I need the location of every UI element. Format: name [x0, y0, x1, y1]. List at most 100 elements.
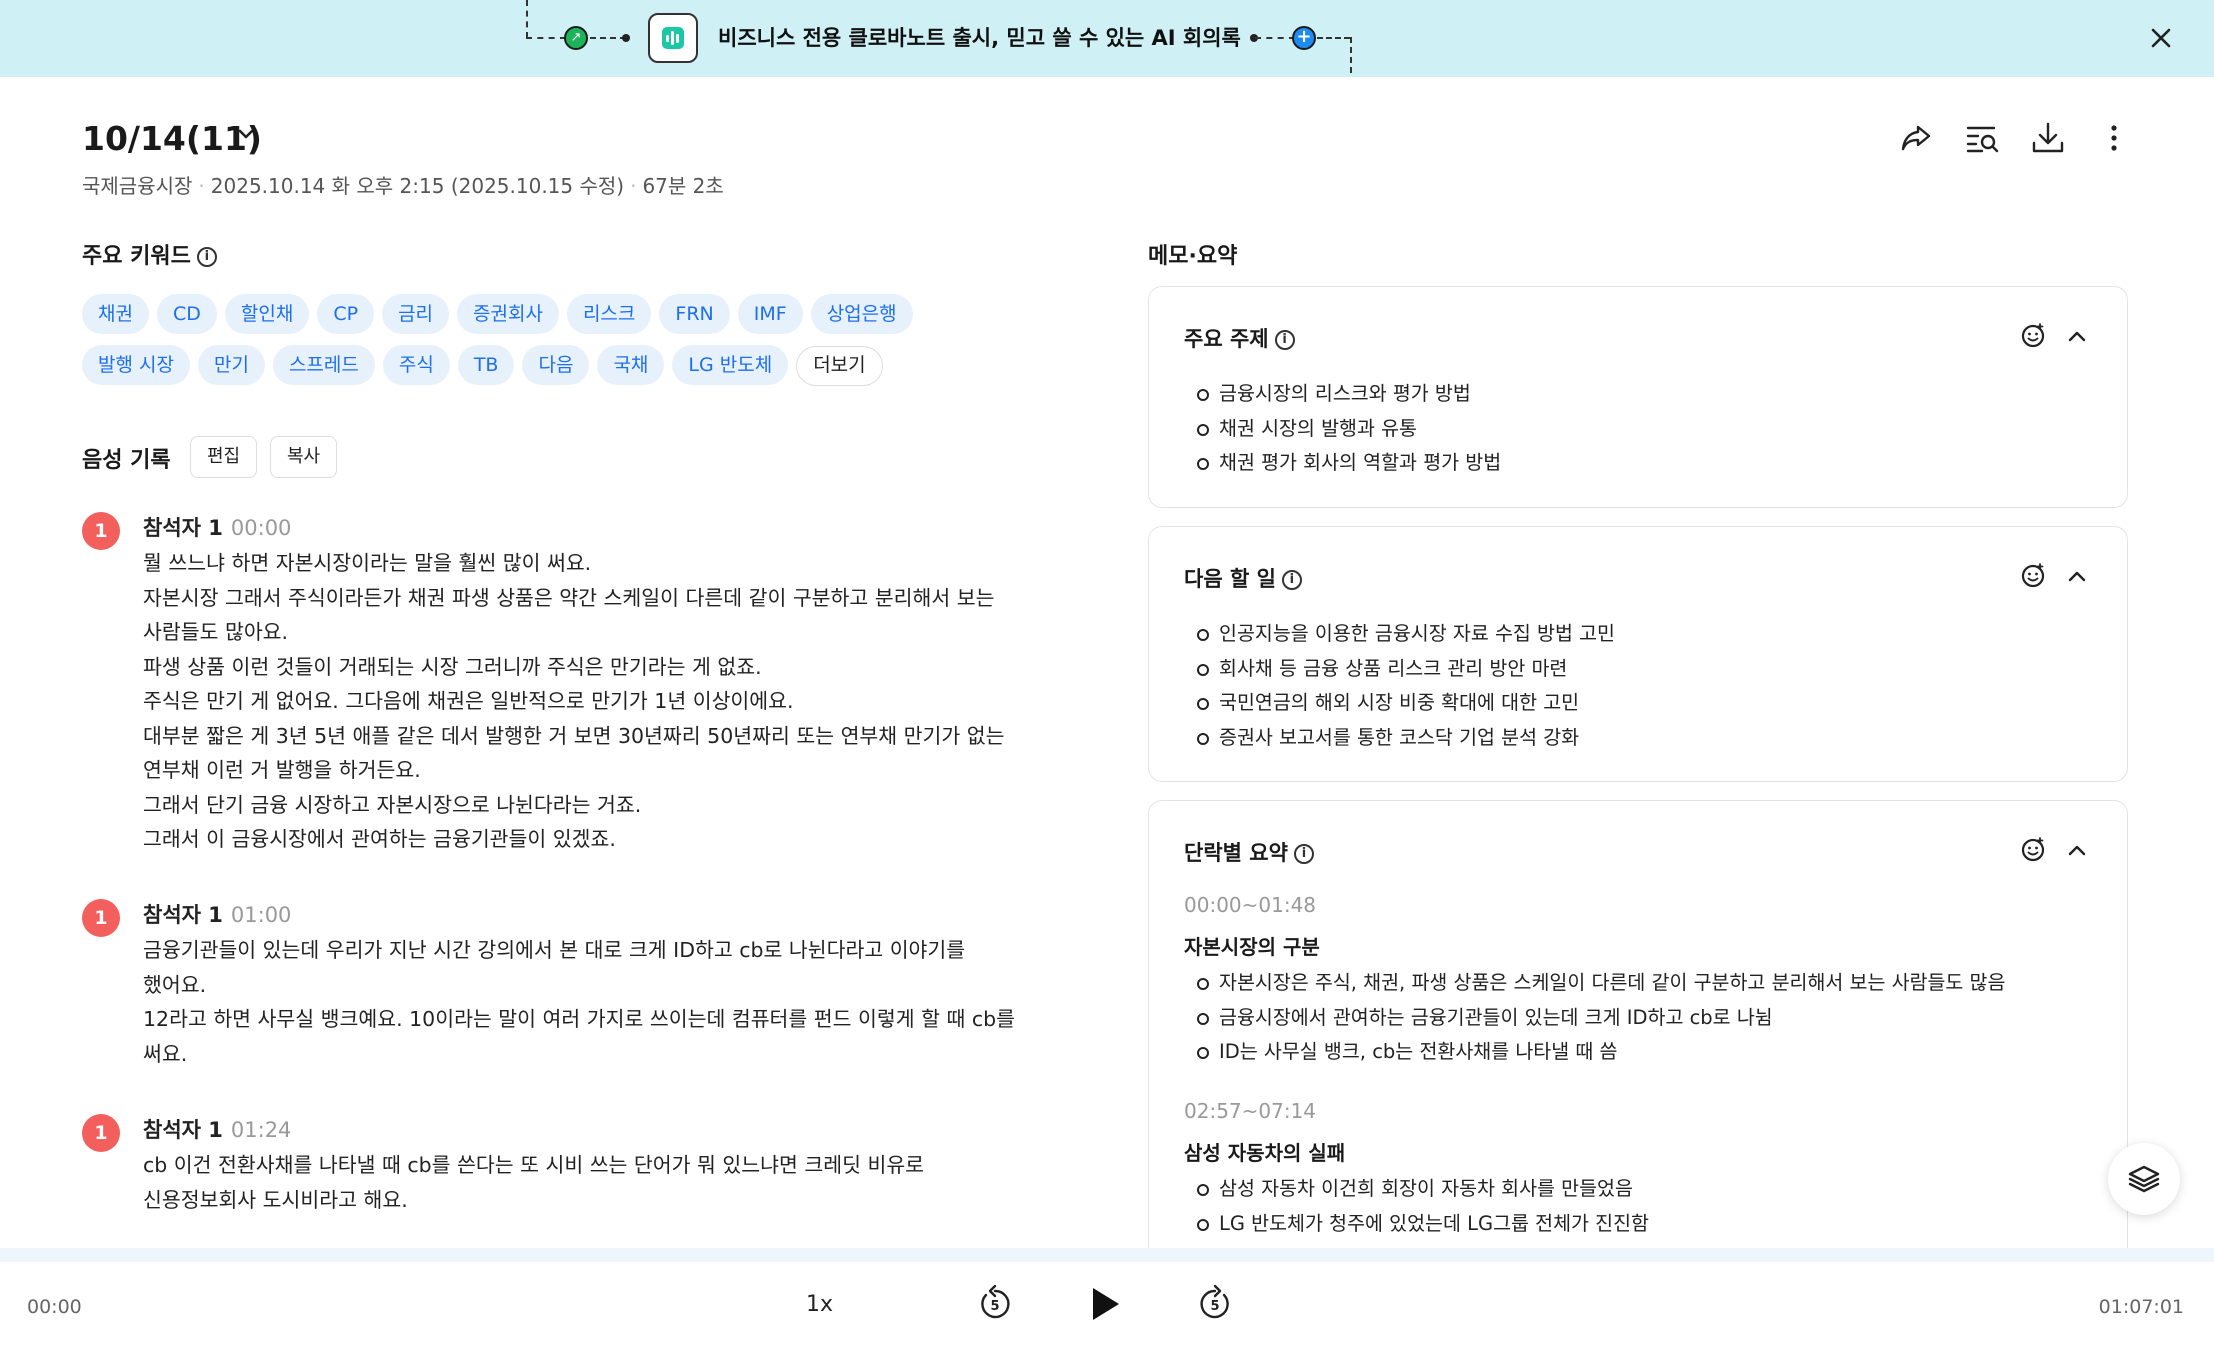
keyword-chip[interactable]: IMF — [737, 294, 803, 334]
keyword-chip[interactable]: 다음 — [522, 345, 590, 385]
keyword-chip[interactable]: CP — [317, 294, 375, 334]
feedback-face-icon[interactable] — [2021, 837, 2045, 862]
keywords-title: 주요 키워드 — [82, 244, 191, 269]
paragraph-summary-card: 단락별 요약 i 00:00~01:48 자본시장의 구분 자본시장은 주식, 채… — [1148, 800, 2128, 1270]
todo-title: 다음 할 일 — [1184, 567, 1276, 591]
feedback-face-icon[interactable] — [2021, 323, 2045, 348]
avatar: 1 — [82, 512, 120, 550]
info-icon[interactable]: i — [1281, 570, 1302, 590]
banner-decor-line — [526, 0, 528, 38]
keywords-more-button[interactable]: 더보기 — [796, 346, 883, 386]
turn-header: 참석자 1 01:00 — [143, 899, 291, 929]
transcript-line: 했어요. — [143, 972, 207, 997]
section-heading: 삼성 자동차의 실패 — [1184, 1141, 1346, 1165]
transcript-turn[interactable]: 1 참석자 1 01:00 금융기관들이 있는데 우리가 지난 시간 강의에서 본… — [82, 899, 1032, 1079]
transcript-line: 그래서 단기 금융 시장하고 자본시장으로 나뉜다라는 거죠. — [143, 792, 642, 817]
timestamp[interactable]: 01:24 — [231, 1118, 292, 1142]
chevron-up-icon[interactable] — [2068, 331, 2086, 342]
share-icon[interactable] — [1896, 118, 1936, 158]
section-list: 삼성 자동차 이건희 회장이 자동차 회사를 만들었음 LG 반도체가 청주에 … — [1197, 1172, 1649, 1241]
close-icon[interactable] — [2146, 20, 2176, 54]
banner-decor-line — [1317, 37, 1350, 39]
edit-button[interactable]: 편집 — [190, 436, 258, 478]
transcript-text[interactable]: cb 이건 전환사채를 나타낼 때 cb를 쓴다는 또 시비 쓰는 단어가 뭐 … — [143, 1148, 1023, 1217]
note-duration: 67분 2초 — [642, 174, 724, 198]
list-item[interactable]: 증권사 보고서를 통한 코스닥 기업 분석 강화 — [1197, 721, 1615, 756]
timestamp[interactable]: 00:00 — [231, 516, 292, 540]
download-icon[interactable] — [2028, 118, 2068, 158]
section-list: 자본시장은 주식, 채권, 파생 상품은 스케일이 다른데 같이 구분하고 분리… — [1197, 966, 2005, 1070]
list-item[interactable]: LG 반도체가 청주에 있었는데 LG그룹 전체가 진진함 — [1197, 1207, 1649, 1242]
transcript-turn[interactable]: 1 참석자 1 00:00 뭘 쓰느냐 하면 자본시장이라는 말을 훨씬 많이 써… — [82, 512, 1032, 852]
paragraph-summary-title: 단락별 요약 — [1184, 841, 1288, 865]
card-title: 단락별 요약 i — [1184, 837, 1314, 867]
keyword-chip[interactable]: 스프레드 — [272, 345, 375, 385]
transcript-line: 뭘 쓰느냐 하면 자본시장이라는 말을 훨씬 많이 써요. — [143, 551, 592, 575]
banner-decor-line — [526, 37, 566, 39]
forward-5-icon[interactable]: 5 — [1193, 1282, 1237, 1326]
info-icon[interactable]: i — [1274, 330, 1295, 350]
chevron-up-icon[interactable] — [2068, 845, 2086, 856]
search-list-icon[interactable] — [1962, 118, 2002, 158]
list-item[interactable]: 자본시장은 주식, 채권, 파생 상품은 스케일이 다른데 같이 구분하고 분리… — [1197, 966, 2005, 1001]
banner-decor-dot — [622, 34, 630, 42]
section-time[interactable]: 02:57~07:14 — [1184, 1099, 1316, 1123]
keyword-chip[interactable]: 주식 — [382, 345, 450, 385]
keyword-chip[interactable]: 채권 — [82, 294, 149, 334]
chevron-down-icon[interactable] — [236, 124, 256, 144]
card-actions — [2021, 837, 2086, 862]
transcript-text[interactable]: 금융기관들이 있는데 우리가 지난 시간 강의에서 본 대로 크게 ID하고 c… — [143, 933, 1023, 1071]
feedback-face-icon[interactable] — [2021, 563, 2045, 588]
keyword-chip[interactable]: 만기 — [197, 345, 265, 385]
layers-button[interactable] — [2108, 1143, 2180, 1215]
transcript-turn[interactable]: 1 참석자 1 01:24 cb 이건 전환사채를 나타낼 때 cb를 쓴다는 또… — [82, 1114, 1032, 1224]
timestamp[interactable]: 01:00 — [231, 903, 292, 927]
list-item[interactable]: 채권 시장의 발행과 유통 — [1197, 412, 1501, 447]
list-item[interactable]: 회사채 등 금융 상품 리스크 관리 방안 마련 — [1197, 652, 1615, 687]
audio-app-icon — [648, 13, 698, 63]
current-time: 00:00 — [27, 1296, 82, 1318]
topics-card: 주요 주제 i 금융시장의 리스크와 평가 방법 채권 시장의 발행과 유통 채권… — [1148, 286, 2128, 508]
chevron-up-icon[interactable] — [2068, 571, 2086, 582]
keyword-chip[interactable]: LG 반도체 — [672, 345, 789, 385]
banner-text[interactable]: 비즈니스 전용 클로바노트 출시, 믿고 쓸 수 있는 AI 회의록 — [718, 22, 1241, 52]
speaker-name[interactable]: 참석자 1 — [143, 516, 223, 540]
keyword-chip[interactable]: 리스크 — [566, 294, 652, 334]
banner-decor-line — [1255, 37, 1295, 39]
transcript-text[interactable]: 뭘 쓰느냐 하면 자본시장이라는 말을 훨씬 많이 써요. 자본시장 그래서 주… — [143, 546, 1023, 857]
keyword-chip[interactable]: CD — [156, 294, 217, 334]
list-item[interactable]: 삼성 자동차 이건희 회장이 자동차 회사를 만들었음 — [1197, 1172, 1649, 1207]
list-item[interactable]: 인공지능을 이용한 금융시장 자료 수집 방법 고민 — [1197, 617, 1615, 652]
more-vertical-icon[interactable] — [2094, 118, 2134, 158]
speaker-name[interactable]: 참석자 1 — [143, 903, 223, 927]
list-item[interactable]: 금융시장에서 관여하는 금융기관들이 있는데 크게 ID하고 cb로 나뉨 — [1197, 1001, 2005, 1036]
keyword-chip[interactable]: FRN — [659, 294, 730, 334]
list-item[interactable]: ID는 사무실 뱅크, cb는 전환사채를 나타낼 때 씀 — [1197, 1035, 2005, 1070]
banner-decor-line — [590, 37, 626, 39]
list-item[interactable]: 국민연금의 해외 시장 비중 확대에 대한 고민 — [1197, 686, 1615, 721]
transcript-line: 대부분 짧은 게 3년 5년 애플 같은 데서 발행한 거 보면 30년짜리 5… — [143, 723, 1005, 748]
todo-card: 다음 할 일i 인공지능을 이용한 금융시장 자료 수집 방법 고민 회사채 등… — [1148, 526, 2128, 782]
folder-name[interactable]: 국제금융시장 — [82, 174, 192, 198]
transcript-line: 자본시장 그래서 주식이라든가 채권 파생 상품은 약간 스케일이 다른데 같이… — [143, 585, 995, 610]
rewind-5-icon[interactable]: 5 — [973, 1282, 1017, 1326]
keyword-chip[interactable]: 금리 — [382, 294, 450, 334]
promo-banner[interactable]: ↗ 비즈니스 전용 클로바노트 출시, 믿고 쓸 수 있는 AI 회의록 + — [0, 0, 2214, 77]
section-time[interactable]: 00:00~01:48 — [1184, 893, 1316, 917]
list-item[interactable]: 금융시장의 리스크와 평가 방법 — [1197, 377, 1501, 412]
keyword-chip[interactable]: 할인채 — [224, 294, 310, 334]
keyword-chip[interactable]: 상업은행 — [810, 294, 913, 334]
keyword-chip[interactable]: 발행 시장 — [82, 345, 190, 385]
keyword-chip[interactable]: TB — [457, 345, 515, 385]
keyword-chip[interactable]: 국채 — [597, 345, 665, 385]
speaker-name[interactable]: 참석자 1 — [143, 1118, 223, 1142]
playback-speed-button[interactable]: 1x — [806, 1292, 833, 1317]
info-icon[interactable]: i — [196, 247, 217, 267]
info-icon[interactable]: i — [1293, 844, 1314, 864]
note-title[interactable]: 10/14(11) — [82, 119, 262, 158]
play-icon[interactable] — [1083, 1282, 1127, 1326]
layers-icon — [2128, 1165, 2160, 1193]
copy-button[interactable]: 복사 — [270, 436, 338, 478]
keyword-chip[interactable]: 증권회사 — [457, 294, 559, 334]
list-item[interactable]: 채권 평가 회사의 역할과 평가 방법 — [1197, 446, 1501, 481]
